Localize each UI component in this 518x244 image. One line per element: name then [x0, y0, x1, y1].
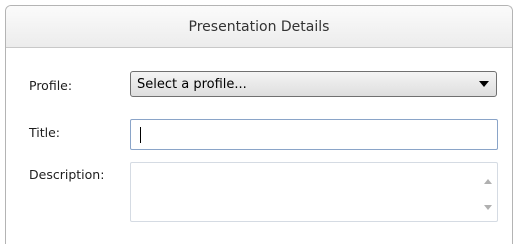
description-scrollbar[interactable] — [479, 163, 497, 221]
scroll-up-icon[interactable] — [482, 177, 494, 185]
profile-select[interactable]: Select a profile... — [130, 71, 497, 97]
description-label: Description: — [29, 167, 105, 182]
panel-title: Presentation Details — [188, 18, 330, 35]
title-label: Title: — [29, 125, 60, 140]
title-input[interactable] — [130, 119, 498, 150]
profile-select-value: Select a profile... — [137, 76, 247, 92]
presentation-details-panel: Presentation Details Profile: Select a p… — [5, 5, 513, 244]
scroll-down-icon[interactable] — [482, 203, 494, 211]
chevron-down-icon[interactable] — [475, 72, 493, 96]
profile-label: Profile: — [29, 78, 73, 93]
panel-header: Presentation Details — [6, 6, 512, 48]
description-textarea[interactable] — [130, 162, 498, 222]
text-caret — [140, 126, 141, 143]
